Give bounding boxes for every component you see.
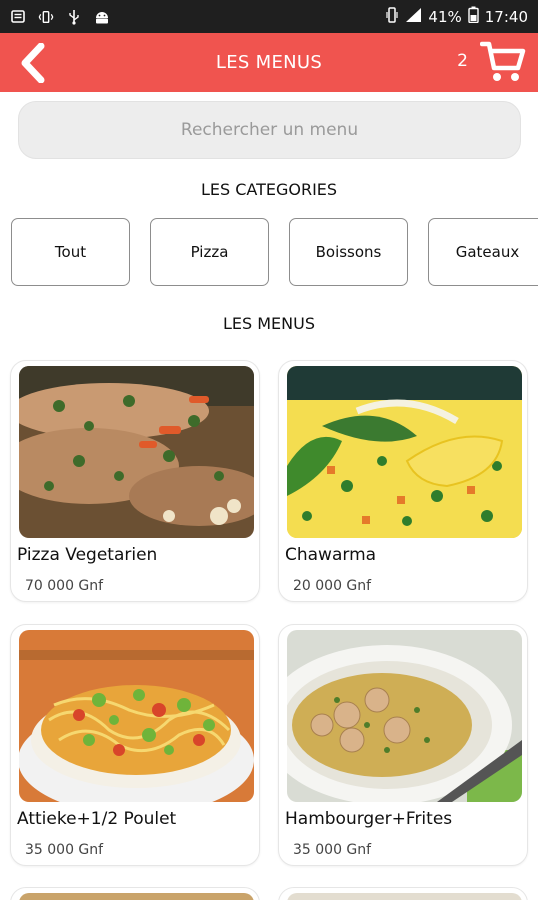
menu-image (287, 366, 522, 538)
menu-card[interactable]: Chawarma 20 000 Gnf (278, 360, 528, 602)
clock: 17:40 (484, 7, 528, 26)
search-box[interactable] (18, 101, 521, 159)
category-boissons-button[interactable]: Boissons (289, 218, 408, 286)
menu-image (287, 893, 522, 900)
android-icon (94, 10, 110, 24)
cart-button[interactable] (478, 39, 528, 85)
page-title: LES MENUS (215, 52, 323, 73)
menu-name: Chawarma (285, 545, 377, 565)
category-tout-button[interactable]: Tout (11, 218, 130, 286)
category-gateaux-button[interactable]: Gateaux (428, 218, 538, 286)
status-bar: 41% 17:40 (0, 0, 538, 33)
menu-name: Attieke+1/2 Poulet (17, 809, 177, 829)
menu-price: 35 000 Gnf (25, 842, 104, 858)
category-pizza-button[interactable]: Pizza (150, 218, 269, 286)
menu-image (19, 630, 254, 802)
battery-icon (468, 6, 479, 27)
menus-heading: LES MENUS (222, 314, 315, 333)
menu-price: 35 000 Gnf (293, 842, 372, 858)
battery-level: 41% (428, 7, 462, 26)
menu-card[interactable]: Pizza Vegetarien 70 000 Gnf (10, 360, 260, 602)
app-bar: LES MENUS 2 (0, 33, 538, 92)
category-list: Tout Pizza Boissons Gateaux (11, 218, 538, 286)
menu-image (287, 630, 522, 802)
back-button[interactable] (14, 41, 50, 85)
menu-card-partial[interactable] (10, 887, 260, 900)
menu-price: 20 000 Gnf (293, 578, 372, 594)
message-icon (10, 10, 26, 24)
menu-price: 70 000 Gnf (25, 578, 104, 594)
menu-name: Hambourger+Frites (285, 809, 453, 829)
cart-count-badge: 2 (457, 51, 468, 71)
chevron-left-icon (21, 43, 45, 83)
menu-card-partial[interactable] (278, 887, 528, 900)
menu-card[interactable]: Attieke+1/2 Poulet 35 000 Gnf (10, 624, 260, 866)
menu-name: Pizza Vegetarien (17, 545, 158, 565)
menu-image (19, 893, 254, 900)
vibrate-mode-icon (386, 6, 399, 27)
notification-icons (10, 9, 110, 25)
vibrate-icon (38, 10, 54, 24)
system-status: 41% 17:40 (386, 6, 528, 27)
search-input[interactable] (19, 102, 520, 158)
categories-heading: LES CATEGORIES (200, 180, 338, 199)
shopping-cart-icon (480, 41, 526, 81)
menu-card[interactable]: Hambourger+Frites 35 000 Gnf (278, 624, 528, 866)
signal-icon (404, 7, 422, 27)
usb-icon (66, 9, 82, 25)
menu-image (19, 366, 254, 538)
